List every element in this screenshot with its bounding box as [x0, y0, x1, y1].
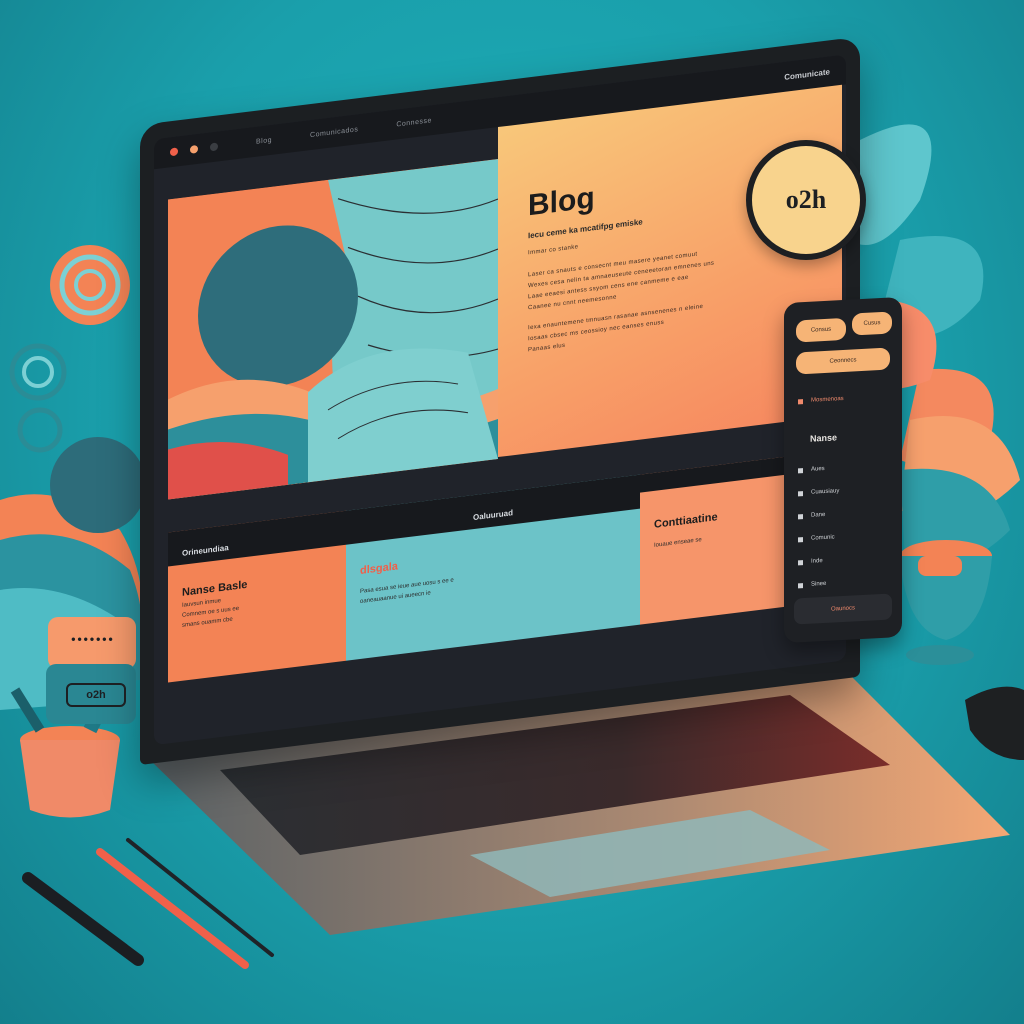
- card-header: Oaluuruad: [346, 474, 640, 545]
- nav-link-comunicados[interactable]: Comunicados: [310, 126, 358, 139]
- phone-list-label: Comunic: [811, 534, 835, 542]
- checkbox-icon: [798, 490, 803, 496]
- hero-illustration: [168, 159, 498, 500]
- laptop-screen: Blog Comunicados Connesse Comunicate Blo…: [154, 54, 846, 746]
- phone-pill-button[interactable]: Consus: [796, 317, 846, 343]
- phone-list-label: Dane: [811, 511, 826, 519]
- phone-menu-label: Mosmenoas: [811, 395, 844, 404]
- phone-list-label: Aues: [811, 465, 825, 473]
- checkbox-icon: [798, 582, 803, 588]
- bullet-icon: [798, 398, 803, 404]
- phone-pill-button[interactable]: Cusus: [852, 311, 892, 336]
- brand-badge: o2h: [746, 140, 866, 260]
- phone-list-item[interactable]: Sinee: [798, 581, 826, 588]
- phone-menu-item[interactable]: Mosmenoas: [798, 396, 844, 404]
- window-close-dot[interactable]: [170, 147, 178, 157]
- phone-list-item[interactable]: Inde: [798, 558, 823, 565]
- desk-label: o2h: [66, 683, 126, 707]
- phone-list-label: Sinee: [811, 580, 827, 588]
- phone-list-label: Cuausiauy: [811, 488, 840, 496]
- phone-list-item[interactable]: Cuausiauy: [798, 488, 839, 496]
- nav-link-blog[interactable]: Blog: [256, 136, 272, 145]
- hero-art: [168, 159, 498, 500]
- card-news[interactable]: Orineundiaa Nanse Basle Iauvsun inmue Co…: [168, 510, 346, 683]
- window-maximize-dot[interactable]: [210, 142, 218, 152]
- phone-pill-button[interactable]: Ceonnecs: [796, 347, 890, 375]
- card-header: Orineundiaa: [168, 510, 346, 567]
- phone-footer-button[interactable]: Oaunocs: [794, 593, 892, 625]
- phone-menu: Consus Cusus Ceonnecs Mosmenoas Nanse Au…: [784, 296, 902, 644]
- checkbox-icon: [798, 467, 803, 473]
- phone-list-item[interactable]: Dane: [798, 512, 825, 519]
- phone-list-item[interactable]: Comunic: [798, 534, 835, 542]
- card-featured[interactable]: Oaluuruad dlsgala Pasa esua se ieue aue …: [346, 474, 640, 661]
- laptop-lid: Blog Comunicados Connesse Comunicate Blo…: [140, 36, 860, 766]
- checkbox-icon: [798, 513, 803, 519]
- concentric-circles: [9, 245, 130, 453]
- coffee-cup: [900, 540, 992, 665]
- window-minimize-dot[interactable]: [190, 144, 198, 154]
- phone-menu-heading: Nanse: [810, 432, 838, 444]
- phone-list-label: Inde: [811, 558, 823, 565]
- sticky-note-text: •••••••: [71, 632, 115, 646]
- nav-brand[interactable]: Comunicate: [784, 67, 830, 82]
- checkbox-icon: [798, 559, 803, 565]
- phone-list-item[interactable]: Aues: [798, 466, 825, 473]
- pen-black: [22, 872, 144, 966]
- checkbox-icon: [798, 536, 803, 542]
- sphere-decoration: [50, 437, 146, 533]
- nav-link-connesse[interactable]: Connesse: [396, 117, 432, 128]
